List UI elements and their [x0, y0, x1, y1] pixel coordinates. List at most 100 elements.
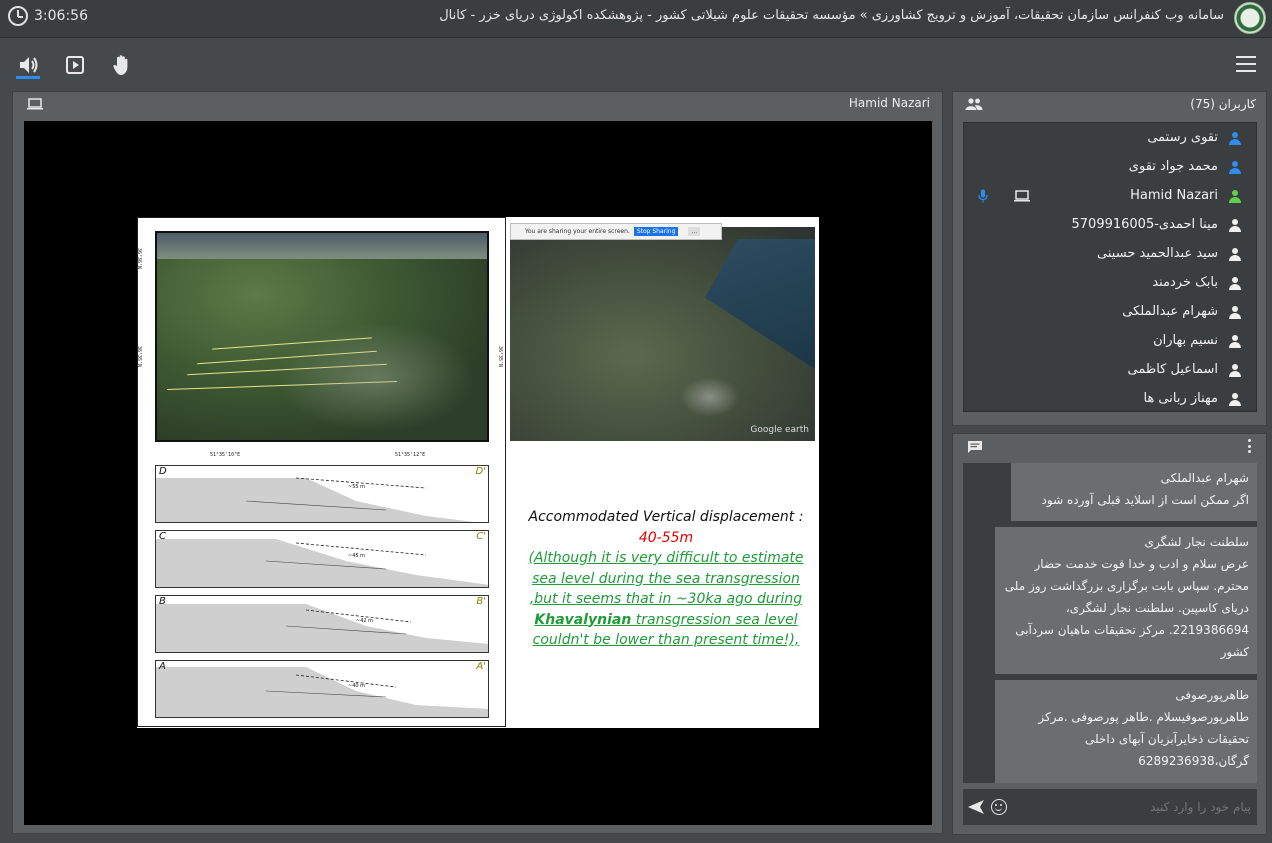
toolbar [0, 39, 1272, 89]
users-title: کاربران (75) [1190, 97, 1256, 111]
presenter-name: Hamid Nazari [848, 96, 930, 110]
users-header: کاربران (75) [953, 92, 1266, 118]
chat-panel: شهرام عبدالملکی اگر ممکن است از اسلاید ق… [952, 433, 1267, 835]
laptop-icon[interactable] [27, 98, 43, 110]
audio-active-indicator [16, 76, 40, 79]
person-icon [1228, 219, 1242, 233]
send-icon[interactable] [967, 799, 985, 815]
chat-input-bar [963, 789, 1257, 825]
person-icon [1228, 161, 1242, 175]
chat-options-button[interactable] [1248, 439, 1252, 453]
message-body: طاهرپورصوفیسلام .طاهر پورصوفی .مرکز تحقی… [1038, 710, 1249, 768]
hand-icon [113, 55, 128, 75]
coord-lat-right: 36°35'N [497, 346, 503, 368]
elevation-profiles: D D' ~55 m C C' ~45 m B B' ~42 m A A' ~4… [155, 465, 489, 721]
user-list-item[interactable]: مهناز ربانی ها [964, 385, 1256, 411]
google-earth-label: Google earth [750, 425, 809, 435]
users-list: تقوی رستمی محمد جواد تقوی Hamid Nazari مینا… [963, 122, 1257, 412]
caption-note: (Although it is very difficult to estima… [517, 548, 815, 651]
speaker-icon [20, 57, 38, 73]
chat-message: سلطنت نجار لشگری عرض سلام و ادب و خدا قو… [995, 527, 1257, 674]
clock-icon [8, 6, 28, 26]
message-body: اگر ممکن است از اسلاید قبلی آورده شود [1041, 493, 1249, 507]
terrain-figure: 36°36'N 36°35'N 36°35'N 51°35'10"E 51°35… [136, 217, 506, 727]
profile-end-label: A' [476, 661, 486, 672]
satellite-image: Google earth [510, 227, 815, 441]
chat-message-input[interactable] [1011, 793, 1251, 821]
raise-hand-button[interactable] [109, 52, 135, 78]
message-body: عرض سلام و ادب و خدا قوت خدمت حضار محترم… [1004, 557, 1249, 659]
profile-start-label: B [159, 596, 166, 607]
person-icon [1228, 132, 1242, 146]
person-icon [1228, 335, 1242, 349]
user-name: نسیم بهاران [1153, 333, 1218, 348]
share-notice-text: You are sharing your entire screen. [525, 228, 630, 235]
caption-range: 40-55m [638, 529, 694, 546]
presentation-panel: Hamid Nazari 36°36'N 36°35'N 36°35'N 51°… [12, 91, 943, 834]
user-name: Hamid Nazari [1130, 188, 1218, 203]
person-icon [1228, 364, 1242, 378]
people-icon [965, 98, 983, 110]
person-icon [1228, 393, 1242, 407]
profile-start-label: A [159, 661, 166, 672]
session-timer: 3:06:56 [8, 6, 88, 26]
profile-d: D D' ~55 m [155, 465, 489, 523]
profile-depth-label: ~55 m [348, 484, 366, 490]
chat-header [953, 434, 1266, 460]
play-box-icon [66, 56, 84, 74]
person-icon [1228, 306, 1242, 320]
user-list-item[interactable]: بابک خردمند [964, 269, 1256, 298]
user-name: مینا احمدی-5709916005 [1071, 217, 1218, 232]
chat-message: طاهرپورصوفی طاهرپورصوفیسلام .طاهر پورصوف… [995, 680, 1257, 783]
profile-a: A A' ~40 m [155, 660, 489, 718]
presentation-header: Hamid Nazari [13, 92, 942, 114]
chat-message: شهرام عبدالملکی اگر ممکن است از اسلاید ق… [1011, 463, 1257, 521]
kebab-icon [1248, 439, 1251, 442]
users-panel: کاربران (75) تقوی رستمی محمد جواد تقوی Ham… [952, 91, 1267, 426]
coord-lon-right: 51°35'12"E [395, 452, 426, 458]
caption-note-part-1: (Although it is very difficult to estima… [528, 550, 804, 607]
user-name: اسماعیل کاظمی [1127, 362, 1219, 377]
page-title: سامانه وب کنفرانس سازمان تحقیقات، آموزش … [439, 8, 1224, 23]
profile-b: B B' ~42 m [155, 595, 489, 653]
caption-title: Accommodated Vertical displacement : [528, 509, 804, 525]
share-bar-close-button[interactable]: ... [688, 227, 701, 236]
emoji-icon[interactable] [991, 799, 1007, 815]
shared-slide: 36°36'N 36°35'N 36°35'N 51°35'10"E 51°35… [136, 217, 819, 728]
user-list-item[interactable]: سید عبدالحمید حسینی [964, 240, 1256, 269]
coord-lat-top: 36°36'N [136, 248, 142, 270]
profile-depth-label: ~45 m [348, 553, 366, 559]
user-list-item[interactable]: اسماعیل کاظمی [964, 356, 1256, 385]
audio-button[interactable] [16, 52, 42, 78]
stop-sharing-button[interactable]: Stop Sharing [633, 227, 679, 236]
terrain-map [155, 231, 489, 442]
slide-caption: Accommodated Vertical displacement : 40-… [517, 507, 815, 651]
message-author: شهرام عبدالملکی [1160, 471, 1249, 485]
user-list-item[interactable]: تقوی رستمی [964, 124, 1256, 153]
chat-messages: شهرام عبدالملکی اگر ممکن است از اسلاید ق… [963, 463, 1257, 783]
profile-end-label: D' [475, 466, 486, 477]
user-list-item[interactable]: مینا احمدی-5709916005 [964, 211, 1256, 240]
message-author: سلطنت نجار لشگری [1144, 535, 1249, 549]
hamburger-icon [1236, 56, 1256, 58]
person-icon [1228, 190, 1242, 204]
user-list-item[interactable]: محمد جواد تقوی [964, 153, 1256, 182]
chat-icon [968, 441, 982, 453]
person-icon [1228, 248, 1242, 262]
timer-text: 3:06:56 [34, 8, 88, 24]
profile-depth-label: ~42 m [356, 618, 374, 624]
profile-c: C C' ~45 m [155, 530, 489, 588]
menu-button[interactable] [1236, 56, 1256, 72]
present-button[interactable] [62, 52, 88, 78]
user-list-item[interactable]: Hamid Nazari [964, 182, 1256, 211]
user-list-item[interactable]: نسیم بهاران [964, 327, 1256, 356]
top-bar: 3:06:56 سامانه وب کنفرانس سازمان تحقیقات… [0, 0, 1272, 38]
user-name: شهرام عبدالملکی [1122, 304, 1218, 319]
user-name: محمد جواد تقوی [1128, 159, 1218, 174]
user-list-item[interactable]: شهرام عبدالملکی [964, 298, 1256, 327]
caption-note-bold: Khavalynian [534, 611, 632, 628]
user-name: بابک خردمند [1152, 275, 1218, 290]
profile-end-label: C' [476, 531, 486, 542]
message-author: طاهرپورصوفی [1175, 688, 1249, 702]
coord-lat-mid: 36°35'N [136, 346, 142, 368]
